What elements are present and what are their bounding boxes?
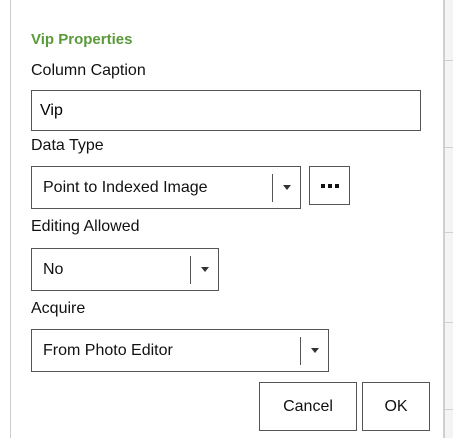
chevron-down-icon [273,185,300,190]
chevron-down-icon [301,348,328,353]
ellipsis-icon [334,183,339,188]
editing-allowed-value: No [43,260,64,278]
acquire-label: Acquire [31,300,86,317]
background-divider [445,322,453,323]
ellipsis-icon [327,183,332,188]
background-divider [445,409,453,410]
acquire-value: From Photo Editor [43,341,173,359]
data-type-value: Point to Indexed Image [43,178,208,196]
data-type-label: Data Type [31,137,104,154]
chevron-down-icon [191,267,218,272]
ellipsis-icon [320,183,325,188]
background-divider [445,232,453,233]
dialog-title: Vip Properties [31,31,133,48]
background-divider [445,60,453,61]
background-window-edge [444,0,453,438]
editing-allowed-select[interactable]: No [31,248,219,291]
editing-allowed-label: Editing Allowed [31,218,140,235]
properties-dialog: Vip Properties Column Caption Data Type … [10,0,444,438]
acquire-select[interactable]: From Photo Editor [31,329,329,372]
background-divider [445,147,453,148]
data-type-more-button[interactable] [309,166,350,205]
column-caption-label: Column Caption [31,62,146,79]
data-type-select[interactable]: Point to Indexed Image [31,166,301,209]
ok-button[interactable]: OK [362,382,430,431]
column-caption-input[interactable] [31,90,421,131]
cancel-button[interactable]: Cancel [259,382,357,431]
